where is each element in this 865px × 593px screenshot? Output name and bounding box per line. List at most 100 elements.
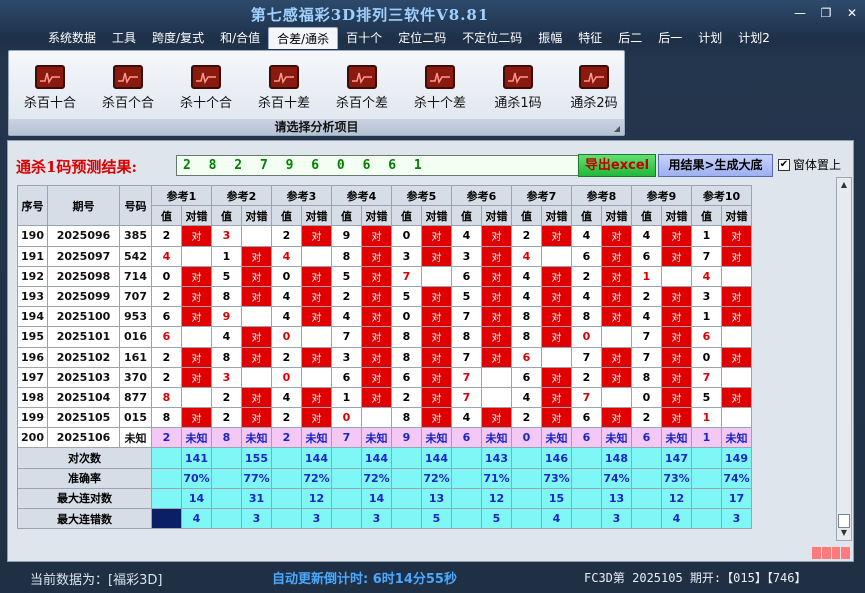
ribbon-tool-button[interactable]: 杀百个差 [323, 65, 401, 111]
result-cell: 对 [361, 265, 392, 287]
menu-item[interactable]: 跨度/复式 [144, 27, 212, 49]
ribbon-tool-button[interactable]: 杀百个合 [89, 65, 167, 111]
table-row[interactable]: 198 2025104 877 8 2 对 4 对 1 对 2 对 7 4 对 7 0 对 5 对 [17, 386, 752, 409]
value-cell: 4 [271, 285, 302, 308]
stats-spacer [391, 467, 422, 489]
stats-value: 12 [301, 487, 332, 510]
resize-grip[interactable] [812, 547, 850, 559]
ribbon-tool-button[interactable]: 通杀1码 [479, 65, 557, 111]
result-cell: 对 [601, 225, 632, 247]
grip-segment [821, 547, 831, 559]
menu-item[interactable]: 计划 [690, 27, 730, 49]
table-row[interactable]: 191 2025097 542 4 1 对 4 8 对 3 对 3 对 4 6 对 6 对 7 对 [17, 245, 752, 267]
table-row[interactable]: 195 2025101 016 6 4 对 0 7 对 8 对 8 对 8 对 0 7 对 6 [17, 326, 752, 348]
close-button[interactable]: ✕ [842, 6, 862, 20]
value-cell: 6 [151, 326, 182, 348]
value-cell: 2 [151, 346, 182, 368]
menu-item[interactable]: 特征 [570, 27, 610, 49]
generate-base-button[interactable]: 用结果>生成大底 [658, 154, 773, 177]
table-row[interactable]: 197 2025103 370 2 对 3 0 6 对 6 对 7 6 对 2 对 8 对 7 [17, 366, 752, 388]
current-data-status: 当前数据为：[福彩3D] [30, 573, 163, 588]
table-row[interactable]: 199 2025105 015 8 对 2 对 2 对 0 8 对 4 对 2 对 6 对 2 对 1 [17, 407, 752, 429]
result-cell: 对 [721, 285, 752, 308]
chart-icon [113, 65, 143, 89]
result-cell: 对 [601, 346, 632, 368]
stats-spacer [451, 507, 482, 530]
subheader-result: 对错 [421, 205, 452, 227]
value-cell: 2 [511, 225, 542, 247]
ribbon-tool-button[interactable]: 杀十个合 [167, 65, 245, 111]
result-cell [241, 225, 272, 247]
scroll-down-icon[interactable]: ▼ [837, 526, 851, 540]
stats-spacer [331, 447, 362, 469]
table-row[interactable]: 193 2025099 707 2 对 8 对 4 对 2 对 5 对 5 对 4 对 4 对 2 对 3 对 [17, 285, 752, 308]
stats-value: 155 [241, 447, 272, 469]
export-excel-button[interactable]: 导出excel [578, 154, 656, 177]
stats-value: 73% [541, 467, 572, 489]
menu-item[interactable]: 和/合值 [212, 27, 268, 49]
stats-spacer [271, 467, 302, 489]
stats-spacer [331, 467, 362, 489]
vertical-scrollbar[interactable]: ▲ ▼ [836, 177, 852, 541]
table-row[interactable]: 190 2025096 385 2 对 3 2 对 9 对 0 对 4 对 2 对 4 对 4 对 1 对 [17, 225, 752, 247]
value-cell: 2 [511, 407, 542, 429]
ribbon-tool-button[interactable]: 杀百十差 [245, 65, 323, 111]
ribbon-tool-label: 通杀2码 [570, 96, 618, 111]
result-cell: 对 [421, 285, 452, 308]
ribbon-expand-icon[interactable]: ◢ [614, 124, 620, 133]
result-cell: 对 [541, 285, 572, 308]
value-cell: 8 [211, 346, 242, 368]
result-cell: 对 [181, 265, 212, 287]
chart-icon [191, 65, 221, 89]
minimize-button[interactable]: — [790, 6, 810, 20]
menu-item[interactable]: 振幅 [530, 27, 570, 49]
row-number: 161 [119, 346, 152, 368]
menu-item[interactable]: 不定位二码 [454, 27, 530, 49]
table-row[interactable]: 196 2025102 161 2 对 8 对 2 对 3 对 8 对 7 对 6 7 对 7 对 0 对 [17, 346, 752, 368]
subheader-value: 值 [571, 205, 602, 227]
menu-item[interactable]: 工具 [104, 27, 144, 49]
menu-item[interactable]: 合差/通杀 [268, 27, 339, 49]
subheader-result: 对错 [361, 205, 392, 227]
stats-spacer [151, 507, 182, 530]
table-row[interactable]: 192 2025098 714 0 对 5 对 0 对 5 对 7 6 对 4 对 2 对 1 4 [17, 265, 752, 287]
column-header-issue: 期号 [47, 184, 120, 227]
result-cell: 对 [181, 225, 212, 247]
ribbon-tool-button[interactable]: 通杀2码 [555, 65, 633, 111]
value-cell: 6 [631, 245, 662, 267]
stats-spacer [451, 447, 482, 469]
value-cell: 2 [271, 346, 302, 368]
value-cell: 2 [151, 366, 182, 388]
value-cell: 0 [691, 346, 722, 368]
row-issue: 2025106 [47, 427, 120, 449]
value-cell: 4 [511, 386, 542, 409]
maximize-button[interactable]: ❐ [816, 6, 836, 20]
table-row[interactable]: 194 2025100 953 6 对 9 4 对 4 对 0 对 7 对 8 对 8 对 4 对 1 对 [17, 306, 752, 328]
result-cell: 对 [241, 326, 272, 348]
value-cell: 4 [451, 225, 482, 247]
stats-row: 最大连对数 14 31 12 14 13 12 15 13 12 17 [17, 487, 752, 510]
scroll-up-icon[interactable]: ▲ [837, 178, 851, 192]
value-cell: 1 [691, 427, 722, 449]
value-cell: 2 [391, 386, 422, 409]
menu-item[interactable]: 计划2 [730, 27, 778, 49]
value-cell: 8 [211, 427, 242, 449]
stats-value: 4 [541, 507, 572, 530]
ribbon-tool-button[interactable]: 杀十个差 [401, 65, 479, 111]
menu-item[interactable]: 百十个 [338, 27, 390, 49]
result-cell: 对 [421, 306, 452, 328]
value-cell: 7 [451, 346, 482, 368]
checkbox-icon[interactable]: ✔ [778, 158, 790, 171]
menu-item[interactable]: 系统数据 [40, 27, 104, 49]
row-index: 194 [17, 306, 48, 328]
subheader-value: 值 [331, 205, 362, 227]
menu-item[interactable]: 定位二码 [390, 27, 454, 49]
stats-spacer [571, 467, 602, 489]
menu-item[interactable]: 后二 [610, 27, 650, 49]
menu-item[interactable]: 后一 [650, 27, 690, 49]
result-cell: 对 [241, 407, 272, 429]
topmost-checkbox[interactable]: ✔ 窗体置上 [778, 156, 841, 173]
table-row[interactable]: 200 2025106 未知 2 未知 8 未知 2 未知 7 未知 9 未知 6 未知 0 未知 6 未知 6 未知 1… [17, 427, 752, 449]
ribbon-tool-button[interactable]: 杀百十合 [11, 65, 89, 111]
prediction-result-field[interactable]: 2 8 2 7 9 6 0 6 6 1 [176, 155, 580, 176]
